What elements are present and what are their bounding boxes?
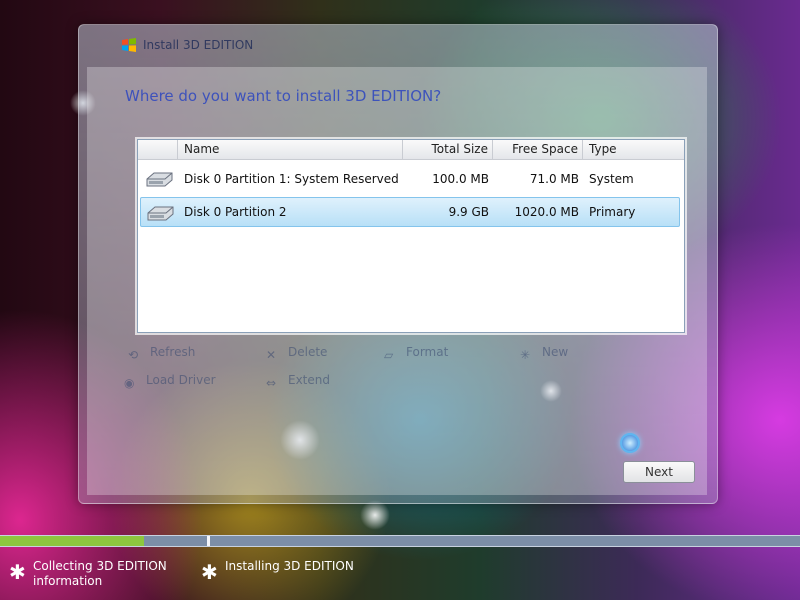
refresh-label: Refresh: [150, 345, 196, 359]
extend-link[interactable]: ⇔ Extend: [266, 370, 330, 390]
delete-label: Delete: [288, 345, 328, 359]
column-header-type[interactable]: Type: [583, 140, 684, 159]
new-label: New: [542, 345, 569, 359]
step-label: Collecting 3D EDITION: [33, 559, 167, 573]
column-header-name[interactable]: Name: [178, 140, 403, 159]
progress-fill: [0, 536, 144, 546]
format-link[interactable]: ▱ Format: [384, 342, 448, 362]
table-header: Name Total Size Free Space Type: [138, 140, 684, 160]
step-bullet-icon: ✱: [9, 560, 26, 584]
progress-divider: [207, 536, 210, 546]
step-bullet-icon: ✱: [201, 560, 218, 584]
refresh-link[interactable]: ⟲ Refresh: [128, 342, 195, 362]
new-icon: ✳: [520, 347, 531, 362]
background-glow: [360, 500, 390, 530]
step-installing: Installing 3D EDITION: [225, 559, 354, 574]
next-button[interactable]: Next: [623, 461, 695, 483]
page-title: Where do you want to install 3D EDITION?: [125, 87, 442, 105]
new-link[interactable]: ✳ New: [520, 342, 568, 362]
step-label: Installing 3D EDITION: [225, 559, 354, 573]
partition-name: Disk 0 Partition 2: [184, 205, 287, 219]
partition-type: System: [589, 172, 634, 186]
partition-type: Primary: [589, 205, 636, 219]
partition-total-size: 100.0 MB: [432, 172, 489, 186]
extend-icon: ⇔: [266, 375, 277, 390]
format-icon: ▱: [384, 347, 394, 362]
partition-table[interactable]: Name Total Size Free Space Type Disk 0 P…: [137, 139, 685, 333]
refresh-icon: ⟲: [128, 347, 139, 362]
load-driver-label: Load Driver: [146, 373, 216, 387]
partition-free-space: 71.0 MB: [529, 172, 579, 186]
column-header-free-space[interactable]: Free Space: [493, 140, 583, 159]
extend-label: Extend: [288, 373, 330, 387]
windows-logo-icon: [122, 38, 136, 52]
column-header-total-size[interactable]: Total Size: [403, 140, 493, 159]
step-collecting-info: Collecting 3D EDITION information: [33, 559, 167, 589]
busy-spinner-icon: [620, 433, 640, 453]
install-progress-bar: [0, 535, 800, 547]
hard-disk-icon: [147, 206, 174, 221]
partition-total-size: 9.9 GB: [448, 205, 489, 219]
partition-free-space: 1020.0 MB: [514, 205, 579, 219]
hard-disk-icon: [146, 172, 173, 187]
table-row[interactable]: Disk 0 Partition 1: System Reserved 100.…: [140, 164, 680, 194]
step-label: information: [33, 574, 103, 588]
content-panel: Where do you want to install 3D EDITION?…: [87, 67, 707, 495]
title-bar: Install 3D EDITION: [79, 25, 717, 67]
load-driver-link[interactable]: ◉ Load Driver: [124, 370, 216, 390]
partition-name: Disk 0 Partition 1: System Reserved: [184, 172, 399, 186]
column-header-icon[interactable]: [138, 140, 178, 159]
table-row-selected[interactable]: Disk 0 Partition 2 9.9 GB 1020.0 MB Prim…: [140, 197, 680, 227]
cd-icon: ◉: [124, 375, 135, 390]
delete-link[interactable]: ✕ Delete: [266, 342, 327, 362]
window-title: Install 3D EDITION: [143, 38, 254, 52]
format-label: Format: [406, 345, 449, 359]
delete-icon: ✕: [266, 347, 277, 362]
setup-window: Install 3D EDITION Where do you want to …: [78, 24, 718, 504]
